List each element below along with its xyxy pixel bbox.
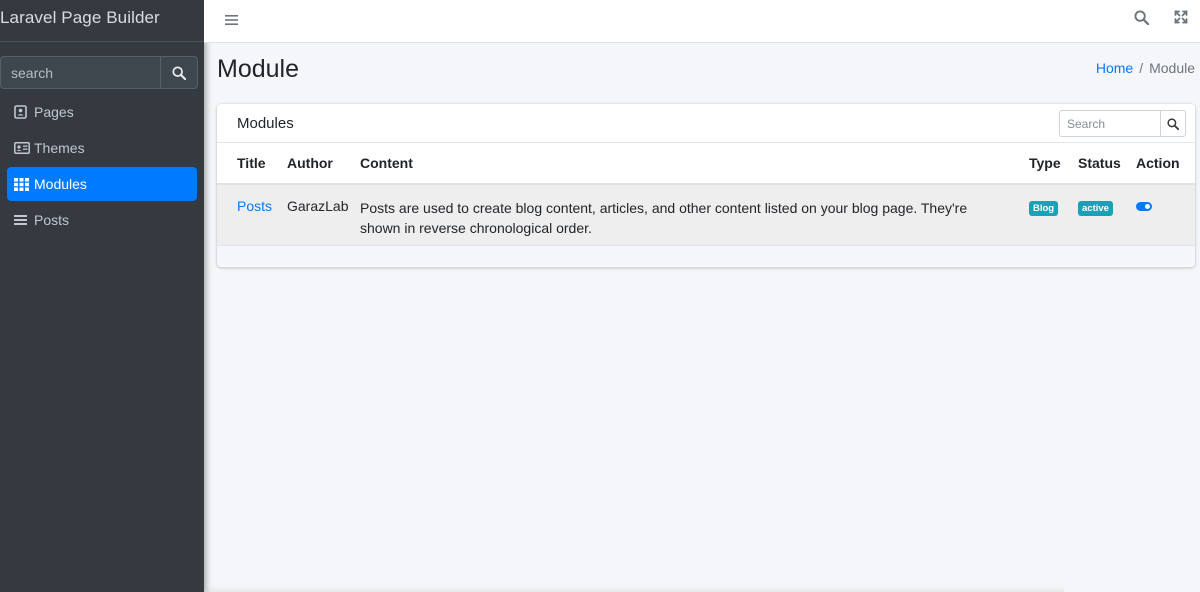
sidebar-item-label: Modules <box>34 176 87 192</box>
column-header-status: Status <box>1078 143 1136 185</box>
card-header: Modules <box>217 104 1195 143</box>
breadcrumb: Home / Module <box>1096 60 1195 76</box>
cell-title: Posts <box>217 184 287 245</box>
modules-card: Modules Title Author Content Type Status… <box>217 104 1195 267</box>
breadcrumb-current: Module <box>1149 60 1195 76</box>
module-title-link[interactable]: Posts <box>237 198 272 214</box>
bottom-shadow <box>204 586 1064 592</box>
id-card-icon <box>14 142 32 154</box>
table-header-row: Title Author Content Type Status Action <box>217 143 1195 185</box>
action-toggle[interactable] <box>1136 202 1152 211</box>
cell-type: Blog <box>1029 184 1078 245</box>
sidebar-nav: Pages Themes Modules Posts <box>0 95 204 239</box>
sidebar-item-label: Posts <box>34 212 70 228</box>
card-footer <box>217 245 1195 266</box>
table-search <box>1059 110 1186 137</box>
cell-content: Posts are used to create blog content, a… <box>360 184 1029 245</box>
hamburger-icon[interactable] <box>222 11 240 29</box>
list-icon <box>14 214 32 226</box>
sidebar-search-input[interactable] <box>0 56 160 89</box>
sidebar-item-themes[interactable]: Themes <box>7 131 197 165</box>
status-badge: active <box>1078 201 1113 216</box>
type-badge: Blog <box>1029 201 1059 216</box>
grid-icon <box>14 177 32 191</box>
card-title: Modules <box>237 115 294 132</box>
column-header-content: Content <box>360 143 1029 185</box>
column-header-title: Title <box>217 143 287 185</box>
search-icon[interactable] <box>1134 10 1152 28</box>
sidebar-item-label: Themes <box>34 140 85 156</box>
column-header-type: Type <box>1029 143 1078 185</box>
modules-table: Title Author Content Type Status Action … <box>217 143 1195 245</box>
cell-author: GarazLab <box>287 184 360 245</box>
table-search-button[interactable] <box>1160 110 1186 137</box>
breadcrumb-separator: / <box>1139 60 1144 76</box>
expand-icon[interactable] <box>1174 10 1192 28</box>
page-title: Module <box>217 55 299 83</box>
sidebar-item-modules[interactable]: Modules <box>7 167 197 201</box>
cell-action <box>1136 184 1195 245</box>
search-icon <box>172 65 186 80</box>
sidebar-item-pages[interactable]: Pages <box>7 95 197 129</box>
sidebar-item-posts[interactable]: Posts <box>7 203 197 237</box>
top-navbar <box>204 0 1200 43</box>
sidebar-search <box>0 56 198 89</box>
file-person-icon <box>14 105 32 119</box>
column-header-action: Action <box>1136 143 1195 185</box>
cell-status: active <box>1078 184 1136 245</box>
brand[interactable]: Laravel Page Builder <box>0 0 204 42</box>
sidebar-item-label: Pages <box>34 104 74 120</box>
sidebar-search-button[interactable] <box>160 56 198 89</box>
column-header-author: Author <box>287 143 360 185</box>
table-row: Posts GarazLab Posts are used to create … <box>217 184 1195 245</box>
table-search-input[interactable] <box>1059 110 1160 137</box>
breadcrumb-home-link[interactable]: Home <box>1096 60 1133 76</box>
brand-text[interactable]: Laravel Page Builder <box>0 8 160 27</box>
sidebar: Laravel Page Builder Pages Themes Module… <box>0 0 204 592</box>
search-icon <box>1167 117 1179 130</box>
